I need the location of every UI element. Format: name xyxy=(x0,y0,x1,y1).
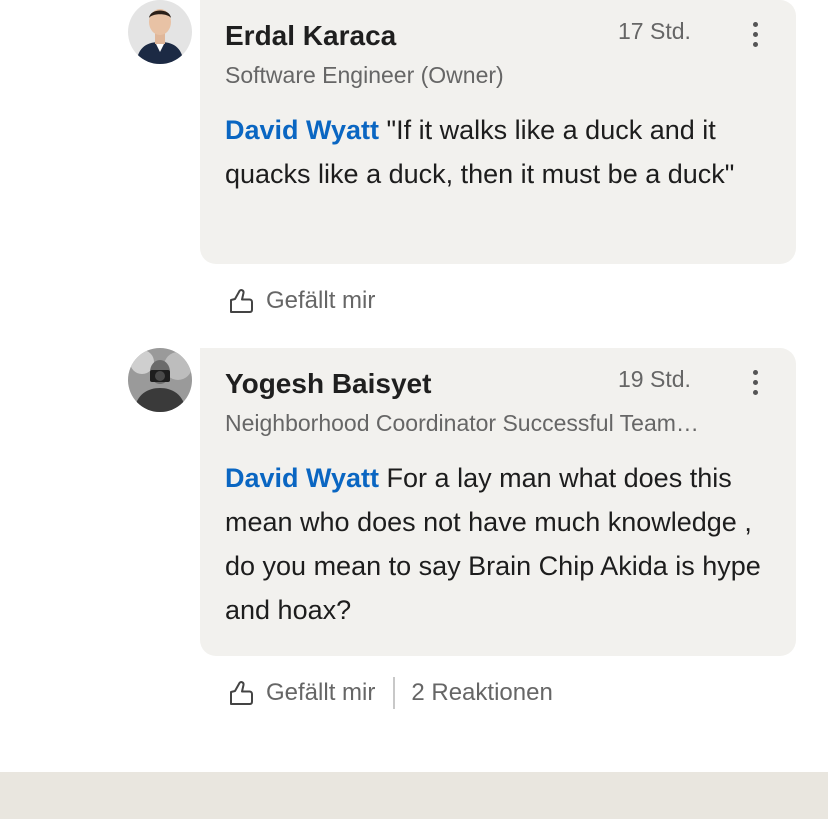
thumbs-up-icon xyxy=(230,289,253,313)
comment-bubble: Yogesh Baisyet Neighborhood Coordinator … xyxy=(200,348,796,656)
like-label: Gefällt mir xyxy=(266,287,376,314)
divider xyxy=(393,677,396,709)
author-name[interactable]: Yogesh Baisyet xyxy=(225,368,431,400)
comment-actions: Gefällt mir 2 Reaktionen xyxy=(228,676,553,710)
more-options-icon[interactable] xyxy=(742,366,770,400)
like-button[interactable]: Gefällt mir xyxy=(228,287,375,315)
comment-actions: Gefällt mir xyxy=(228,284,375,318)
avatar[interactable] xyxy=(128,0,192,64)
footer-bar xyxy=(0,772,828,819)
comment-text: David Wyatt "If it walks like a duck and… xyxy=(225,108,773,196)
thumbs-up-icon xyxy=(230,681,253,705)
mention-link[interactable]: David Wyatt xyxy=(225,463,379,493)
author-name[interactable]: Erdal Karaca xyxy=(225,20,396,52)
mention-link[interactable]: David Wyatt xyxy=(225,115,379,145)
comments-page: Erdal Karaca Software Engineer (Owner) 1… xyxy=(0,0,828,819)
more-options-icon[interactable] xyxy=(742,18,770,52)
author-headline: Software Engineer (Owner) xyxy=(225,62,504,88)
author-headline: Neighborhood Coordinator Successful Team… xyxy=(225,410,699,436)
comment-timestamp: 17 Std. xyxy=(618,18,691,44)
like-label: Gefällt mir xyxy=(266,679,376,706)
avatar[interactable] xyxy=(128,348,192,412)
comment-timestamp: 19 Std. xyxy=(618,366,691,392)
comment-text: David Wyatt For a lay man what does this… xyxy=(225,456,773,632)
reactions-count[interactable]: 2 Reaktionen xyxy=(411,679,552,707)
like-button[interactable]: Gefällt mir xyxy=(228,679,375,707)
comment-bubble: Erdal Karaca Software Engineer (Owner) 1… xyxy=(200,0,796,264)
